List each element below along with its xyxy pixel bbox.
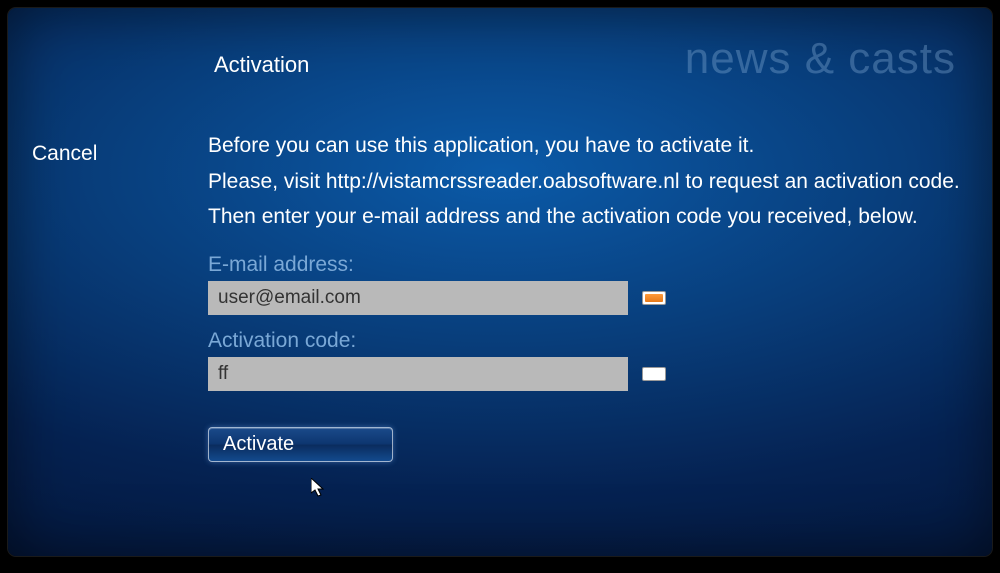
email-row — [208, 281, 968, 315]
code-row — [208, 357, 968, 391]
activate-button[interactable]: Activate — [208, 427, 393, 462]
brand-text: news & casts — [685, 34, 956, 84]
onscreen-keyboard-button-email[interactable] — [642, 291, 666, 305]
instruction-line-2: Please, visit http://vistamcrssreader.oa… — [208, 166, 968, 198]
onscreen-keyboard-button-code[interactable] — [642, 367, 666, 381]
cancel-button[interactable]: Cancel — [32, 142, 97, 166]
email-field[interactable] — [208, 281, 628, 315]
instruction-line-1: Before you can use this application, you… — [208, 130, 968, 162]
cursor-icon — [311, 478, 327, 500]
activation-code-field[interactable] — [208, 357, 628, 391]
page-title: Activation — [214, 52, 309, 78]
email-label: E-mail address: — [208, 253, 968, 277]
instruction-line-3: Then enter your e-mail address and the a… — [208, 201, 968, 233]
activation-window: Activation news & casts Cancel Before yo… — [8, 8, 992, 556]
activation-form: E-mail address: Activation code: Activat… — [208, 253, 968, 462]
activation-code-label: Activation code: — [208, 329, 968, 353]
content-area: Before you can use this application, you… — [208, 130, 968, 462]
